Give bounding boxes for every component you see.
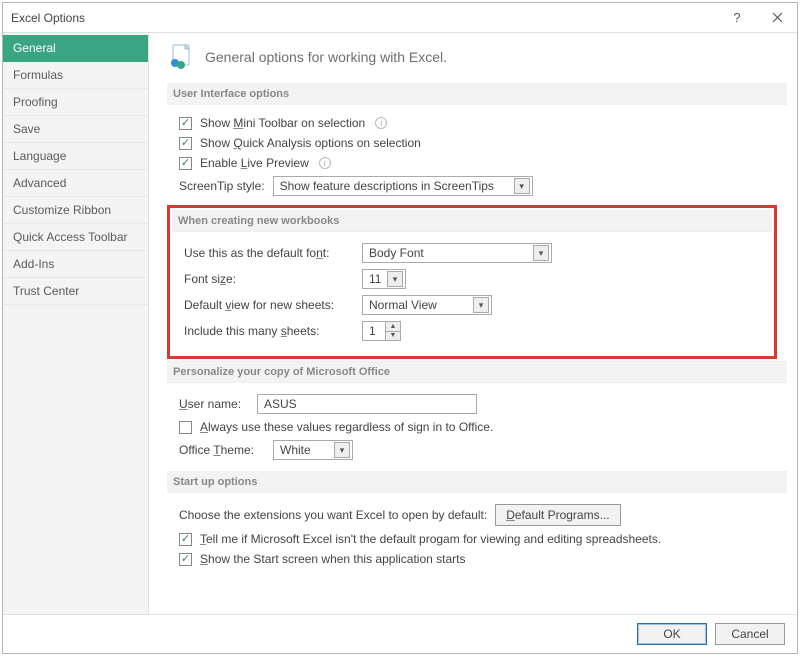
default-programs-label: Default Programs... bbox=[506, 508, 609, 522]
checkbox-show-start-screen[interactable]: ✓ bbox=[179, 553, 192, 566]
select-font-size[interactable]: 11 ▾ bbox=[362, 269, 406, 289]
label-mini-toolbar: Show Mini Toolbar on selection bbox=[200, 116, 365, 130]
label-office-theme: Office Theme: bbox=[179, 443, 265, 457]
close-icon bbox=[772, 12, 783, 23]
sidebar-item-qat[interactable]: Quick Access Toolbar bbox=[3, 224, 148, 251]
chevron-down-icon: ▾ bbox=[533, 245, 549, 261]
select-screentip-style[interactable]: Show feature descriptions in ScreenTips … bbox=[273, 176, 533, 196]
sidebar-item-customize-ribbon[interactable]: Customize Ribbon bbox=[3, 197, 148, 224]
label-default-font: Use this as the default font: bbox=[184, 246, 354, 260]
spinner-down-button[interactable]: ▼ bbox=[386, 332, 400, 341]
sidebar-item-proofing[interactable]: Proofing bbox=[3, 89, 148, 116]
sidebar-item-addins[interactable]: Add-Ins bbox=[3, 251, 148, 278]
checkbox-live-preview[interactable]: ✓ bbox=[179, 157, 192, 170]
ui-options-group: ✓ Show Mini Toolbar on selection i ✓ Sho… bbox=[167, 113, 787, 205]
select-font-size-value: 11 bbox=[369, 272, 381, 286]
chevron-down-icon: ▾ bbox=[473, 297, 489, 313]
checkbox-always-use-values[interactable]: ✓ bbox=[179, 421, 192, 434]
titlebar: Excel Options ? bbox=[3, 3, 797, 33]
sidebar-item-formulas[interactable]: Formulas bbox=[3, 62, 148, 89]
label-font-size: Font size: bbox=[184, 272, 354, 286]
dialog-footer: OK Cancel bbox=[3, 614, 797, 653]
checkbox-quick-analysis[interactable]: ✓ bbox=[179, 137, 192, 150]
category-sidebar: General Formulas Proofing Save Language … bbox=[3, 33, 149, 614]
excel-options-dialog: Excel Options ? General Formulas Proofin… bbox=[2, 2, 798, 654]
select-default-font-value: Body Font bbox=[369, 246, 424, 260]
checkbox-mini-toolbar[interactable]: ✓ bbox=[179, 117, 192, 130]
new-workbooks-group: Use this as the default font: Body Font … bbox=[172, 240, 772, 350]
section-startup: Start up options bbox=[167, 471, 787, 493]
input-user-name[interactable]: ASUS bbox=[257, 394, 477, 414]
startup-group: Choose the extensions you want Excel to … bbox=[167, 501, 787, 575]
select-office-theme[interactable]: White ▾ bbox=[273, 440, 353, 460]
sidebar-item-general[interactable]: General bbox=[3, 35, 148, 62]
select-screentip-value: Show feature descriptions in ScreenTips bbox=[280, 179, 494, 193]
chevron-down-icon: ▾ bbox=[514, 178, 530, 194]
section-new-workbooks: When creating new workbooks bbox=[172, 210, 772, 232]
window-title: Excel Options bbox=[11, 11, 717, 25]
label-tell-me-default: Tell me if Microsoft Excel isn't the def… bbox=[200, 532, 661, 546]
select-default-view-value: Normal View bbox=[369, 298, 437, 312]
info-icon[interactable]: i bbox=[319, 157, 331, 169]
page-header-text: General options for working with Excel. bbox=[205, 49, 447, 65]
dialog-body: General Formulas Proofing Save Language … bbox=[3, 33, 797, 614]
select-default-font[interactable]: Body Font ▾ bbox=[362, 243, 552, 263]
label-sheet-count: Include this many sheets: bbox=[184, 324, 354, 338]
spinner-sheet-count[interactable]: 1 ▲ ▼ bbox=[362, 321, 401, 341]
cancel-button[interactable]: Cancel bbox=[715, 623, 785, 645]
general-options-icon bbox=[167, 43, 195, 71]
label-screentip: ScreenTip style: bbox=[179, 179, 265, 193]
input-user-name-value: ASUS bbox=[264, 397, 297, 411]
select-office-theme-value: White bbox=[280, 443, 311, 457]
info-icon[interactable]: i bbox=[375, 117, 387, 129]
label-always-use-values: Always use these values regardless of si… bbox=[200, 420, 493, 434]
help-button[interactable]: ? bbox=[717, 3, 757, 33]
content-panel: General options for working with Excel. … bbox=[149, 33, 797, 614]
label-choose-extensions: Choose the extensions you want Excel to … bbox=[179, 508, 487, 522]
spinner-sheet-count-value: 1 bbox=[363, 322, 385, 340]
sidebar-item-save[interactable]: Save bbox=[3, 116, 148, 143]
default-programs-button[interactable]: Default Programs... bbox=[495, 504, 620, 526]
select-default-view[interactable]: Normal View ▾ bbox=[362, 295, 492, 315]
label-show-start-screen: Show the Start screen when this applicat… bbox=[200, 552, 465, 566]
sidebar-item-advanced[interactable]: Advanced bbox=[3, 170, 148, 197]
label-quick-analysis: Show Quick Analysis options on selection bbox=[200, 136, 421, 150]
section-personalize: Personalize your copy of Microsoft Offic… bbox=[167, 361, 787, 383]
checkbox-tell-me-default[interactable]: ✓ bbox=[179, 533, 192, 546]
page-header: General options for working with Excel. bbox=[167, 39, 787, 81]
label-default-view: Default view for new sheets: bbox=[184, 298, 354, 312]
section-ui-options: User Interface options bbox=[167, 83, 787, 105]
label-user-name: User name: bbox=[179, 397, 249, 411]
chevron-down-icon: ▾ bbox=[334, 442, 350, 458]
ok-button[interactable]: OK bbox=[637, 623, 707, 645]
label-live-preview: Enable Live Preview bbox=[200, 156, 309, 170]
sidebar-item-language[interactable]: Language bbox=[3, 143, 148, 170]
chevron-down-icon: ▾ bbox=[387, 271, 403, 287]
spinner-up-button[interactable]: ▲ bbox=[386, 322, 400, 332]
sidebar-item-trust-center[interactable]: Trust Center bbox=[3, 278, 148, 305]
personalize-group: User name: ASUS ✓ Always use these value… bbox=[167, 391, 787, 469]
highlight-new-workbooks: When creating new workbooks Use this as … bbox=[167, 205, 777, 359]
close-button[interactable] bbox=[757, 3, 797, 33]
